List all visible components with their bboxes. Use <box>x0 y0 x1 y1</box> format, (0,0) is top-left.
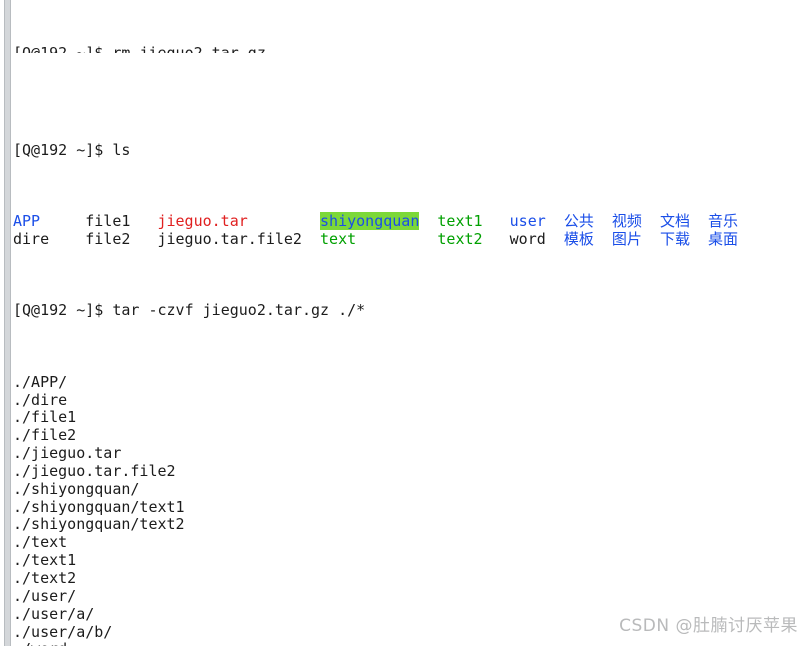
ls-output-row: dire file2 jieguo.tar.file2 text text2 word 模板… <box>13 229 810 249</box>
shell-prompt: [Q@192 ~]$ <box>13 45 112 53</box>
ls-entry-dir: 公共 <box>563 212 594 231</box>
ls-entry-dir: APP <box>13 212 41 231</box>
tar-verbose-output: ./APP/./dire ./file1 ./file2 ./jieguo.tar ./… <box>13 372 810 646</box>
ls-entry-dir: 下载 <box>659 229 690 248</box>
tar-output-path: ./shiyongquan/text1 <box>13 497 185 516</box>
tar-output-path: ./dire <box>13 390 68 409</box>
ls-entry-dir: 图片 <box>611 229 642 248</box>
command-text: rm jieguo2.tar.gz <box>112 45 266 53</box>
ls-entry-plain: dire <box>13 229 50 248</box>
tar-output-path: ./word <box>13 641 810 646</box>
ls-entry-dir: 模板 <box>563 229 594 248</box>
tar-output-path: ./APP/ <box>13 372 68 391</box>
scrollbar-track[interactable] <box>4 0 11 646</box>
ls-entry-textfile: text2 <box>437 229 483 248</box>
tar-output-path: ./jieguo.tar.file2 <box>13 461 176 480</box>
tar-output-path: ./shiyongquan/text2 <box>13 515 185 534</box>
ls-entry-archive: jieguo.tar <box>157 212 248 231</box>
tar-output-path: ./file2 <box>13 426 77 445</box>
ls-entry-textfile: text1 <box>437 212 483 231</box>
tar-output-path: ./shiyongquan/ <box>13 479 140 498</box>
ls-entry-sticky: shiyongquan <box>320 212 420 231</box>
shell-prompt: [Q@192 ~]$ <box>13 301 113 320</box>
shell-prompt: [Q@192 ~]$ <box>13 140 113 159</box>
ls-entry-dir: 文档 <box>659 212 690 231</box>
command-text: ls <box>112 140 131 159</box>
tar-output-path: ./text1 <box>13 551 77 570</box>
ls-entry-plain: jieguo.tar.file2 <box>157 229 302 248</box>
tar-output-path: ./file1 <box>13 408 77 427</box>
ls-output-row: APP file1 jieguo.tar shiyongquan text1 user 公共… <box>13 212 810 231</box>
csdn-watermark: CSDN @肚腩讨厌苹果 <box>619 616 798 636</box>
terminal-output-area[interactable]: [Q@192 ~]$ rm jieguo2.tar.gz [Q@192 ~]$ … <box>13 0 810 646</box>
terminal-line-ls-command-1: [Q@192 ~]$ ls <box>13 140 810 160</box>
terminal-line-tar-command: [Q@192 ~]$ tar -czvf jieguo2.tar.gz ./* <box>13 301 810 320</box>
ls-entry-plain: file2 <box>85 229 131 248</box>
ls-first-output: APP file1 jieguo.tar shiyongquan text1 user 公共… <box>13 212 810 249</box>
command-text: tar -czvf jieguo2.tar.gz ./* <box>112 301 366 320</box>
tar-output-path: ./text2 <box>13 569 77 587</box>
terminal-line-rm-command: [Q@192 ~]$ rm jieguo2.tar.gz <box>13 45 810 53</box>
tar-output-path: ./user/ <box>13 586 77 605</box>
ls-entry-dir: 视频 <box>611 212 642 231</box>
ls-entry-dir: 音乐 <box>708 212 739 231</box>
tar-output-path: ./text <box>13 533 68 552</box>
ls-entry-textfile: text <box>320 229 357 248</box>
ls-entry-plain: word <box>509 229 546 248</box>
ls-entry-dir: user <box>509 212 546 231</box>
ls-entry-plain: file1 <box>85 212 131 231</box>
tar-output-path: ./jieguo.tar <box>13 444 122 463</box>
ls-entry-dir: 桌面 <box>708 229 739 248</box>
